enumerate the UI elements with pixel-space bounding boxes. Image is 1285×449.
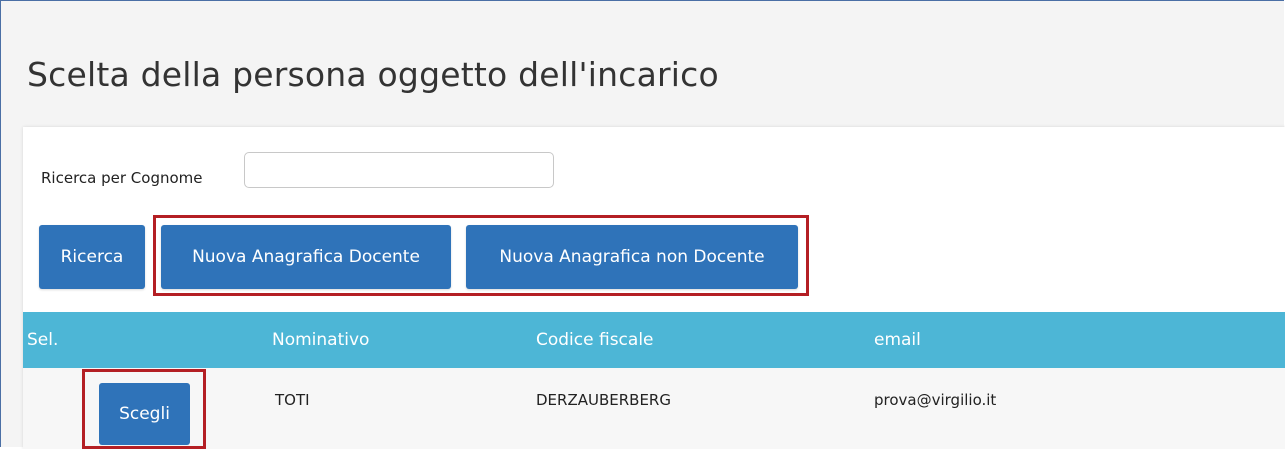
choose-button[interactable]: Scegli bbox=[99, 383, 190, 445]
search-button[interactable]: Ricerca bbox=[39, 225, 145, 289]
search-label: Ricerca per Cognome bbox=[41, 169, 203, 187]
column-header-email: email bbox=[874, 330, 921, 350]
cell-email: prova@virgilio.it bbox=[874, 391, 997, 409]
new-non-docente-button[interactable]: Nuova Anagrafica non Docente bbox=[466, 225, 798, 289]
new-docente-button[interactable]: Nuova Anagrafica Docente bbox=[161, 225, 451, 289]
surname-search-input[interactable] bbox=[244, 152, 554, 188]
column-header-codice-fiscale: Codice fiscale bbox=[536, 330, 654, 350]
cell-codice-fiscale: DERZAUBERBERG bbox=[536, 391, 671, 409]
column-header-nominativo: Nominativo bbox=[272, 330, 370, 350]
column-header-sel: Sel. bbox=[27, 330, 59, 350]
page-frame: Scelta della persona oggetto dell'incari… bbox=[0, 0, 1285, 449]
cell-nominativo: TOTI bbox=[275, 391, 310, 409]
search-panel: Ricerca per Cognome Ricerca Nuova Anagra… bbox=[23, 127, 1285, 449]
table-header: Sel. Nominativo Codice fiscale email bbox=[23, 312, 1285, 368]
page-title: Scelta della persona oggetto dell'incari… bbox=[27, 55, 719, 94]
table-row: Scegli TOTI DERZAUBERBERG prova@virgilio… bbox=[23, 368, 1285, 449]
